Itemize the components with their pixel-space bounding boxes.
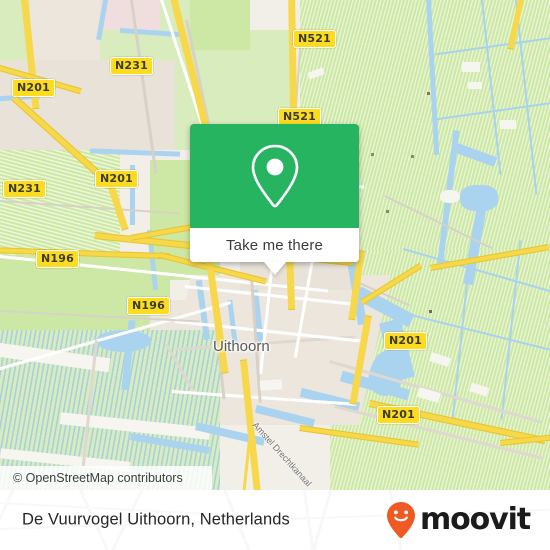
take-me-there-label: Take me there [226,236,323,254]
popup-tail [263,262,286,275]
map-marker-dot [371,153,374,156]
map-marker-dot [411,155,414,158]
road-shield[interactable]: N201 [384,332,427,350]
osm-attribution-label: © OpenStreetMap contributors [13,471,183,485]
map-field [190,0,250,50]
moovit-wordmark: moovit [419,502,531,537]
osm-attribution[interactable]: © OpenStreetMap contributors [0,466,212,490]
map-screenshot: Uithoorn Amstel Drechtkanaal N521 N231 N… [0,0,550,550]
map-marker-dot [386,210,389,213]
map-building [468,82,482,89]
road-shield[interactable]: N521 [293,30,336,48]
map-marker-dot [429,310,432,313]
footer-bar: De Vuurvogel Uithoorn, Netherlands moovi… [0,490,550,550]
popup-action[interactable]: Take me there [190,228,359,262]
road-shield[interactable]: N201 [12,79,55,97]
map-city-label: Uithoorn [213,338,270,355]
location-popup[interactable]: Take me there [190,124,359,275]
road-shield[interactable]: N201 [95,170,138,188]
map-highway [288,0,298,125]
moovit-logo[interactable]: moovit [386,501,531,539]
map-building [500,120,516,129]
map-marker-dot [427,92,430,95]
moovit-pin-smile-icon [386,502,415,539]
road-shield[interactable]: N196 [36,250,79,268]
road-shield[interactable]: N231 [3,180,46,198]
road-shield[interactable]: N231 [110,57,153,75]
map-building [440,190,460,203]
map-building [259,379,283,391]
map-building [462,62,480,72]
map-field [0,255,170,335]
map-canvas[interactable]: Uithoorn Amstel Drechtkanaal N521 N231 N… [0,0,550,490]
road-shield[interactable]: N201 [377,406,420,424]
map-urban-area [30,0,100,60]
page-title: De Vuurvogel Uithoorn, Netherlands [22,510,290,529]
map-pin-icon [251,144,298,208]
road-shield[interactable]: N196 [127,297,170,315]
popup-header [190,124,359,228]
